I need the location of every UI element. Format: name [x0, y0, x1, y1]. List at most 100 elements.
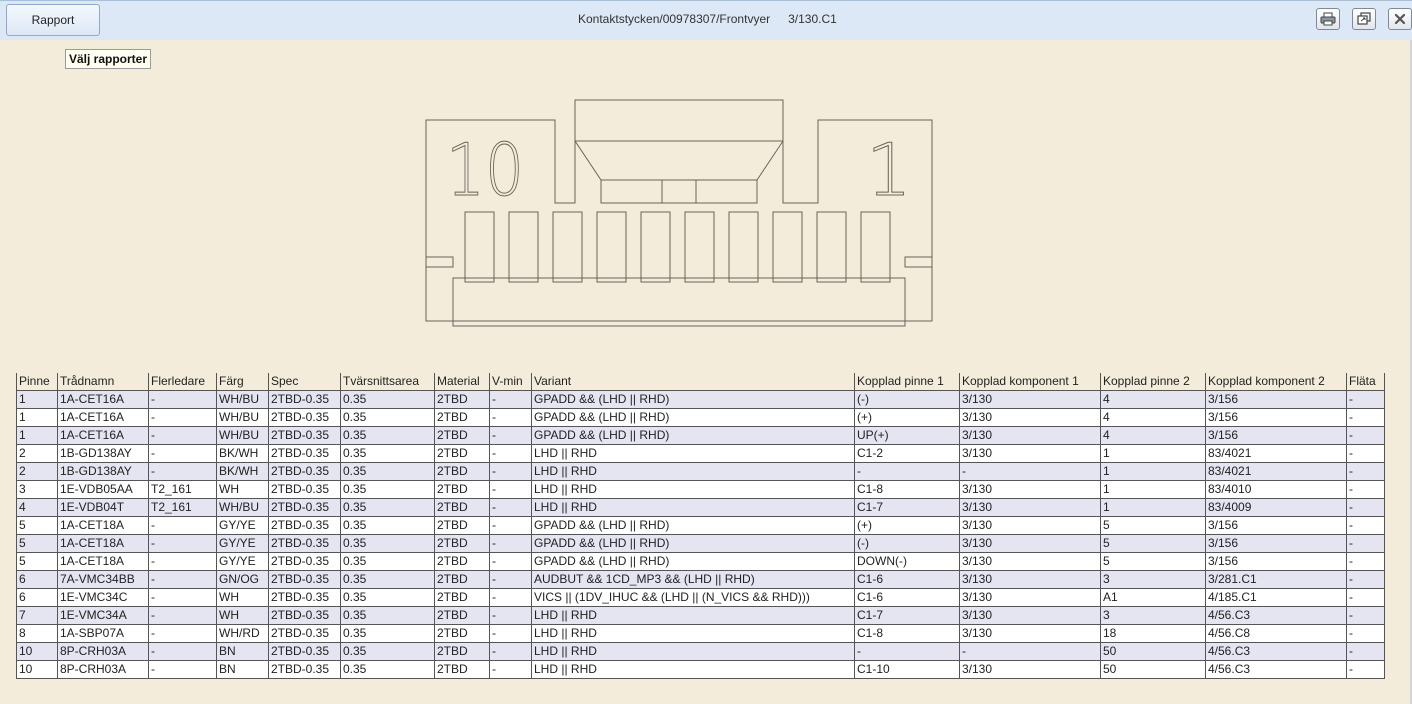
table-row[interactable]: 7 1E-VMC34A - WH 2TBD-0.35 0.35 2TBD - LHD || RH… — [16, 606, 1385, 625]
table-cell: - — [489, 516, 532, 535]
table-cell: 2TBD-0.35 — [268, 480, 341, 499]
table-cell: - — [1346, 552, 1385, 571]
column-header[interactable]: Spec — [268, 373, 341, 391]
table-cell: 83/4021 — [1205, 462, 1347, 481]
table-cell: 2TBD-0.35 — [268, 444, 341, 463]
table-cell: LHD || RHD — [531, 642, 855, 661]
table-cell: - — [148, 588, 217, 607]
table-cell: 1E-VDB04T — [57, 498, 149, 517]
table-cell: LHD || RHD — [531, 444, 855, 463]
table-cell: 3/130 — [959, 390, 1101, 409]
wire-table-container: Pinne Trådnamn Flerledare Färg Spec Tvärsnitt… — [16, 373, 1385, 679]
column-header[interactable]: Pinne — [16, 373, 58, 391]
table-cell: C1-6 — [854, 570, 960, 589]
table-cell: 2TBD — [434, 552, 490, 571]
column-header[interactable]: Flerledare — [148, 373, 217, 391]
table-row[interactable]: 10 8P-CRH03A - BN 2TBD-0.35 0.35 2TBD - LHD || R… — [16, 642, 1385, 661]
column-header[interactable]: Variant — [531, 373, 855, 391]
table-row[interactable]: 2 1B-GD138AY - BK/WH 2TBD-0.35 0.35 2TBD - LHD |… — [16, 444, 1385, 463]
column-header[interactable]: Material — [434, 373, 490, 391]
document-path-title: Kontaktstycken/00978307/Frontvyer 3/130.C… — [578, 12, 837, 26]
table-cell: 3/130 — [959, 606, 1101, 625]
table-cell: 2TBD-0.35 — [268, 498, 341, 517]
table-cell: - — [1346, 534, 1385, 553]
table-cell: AUDBUT && 1CD_MP3 && (LHD || RHD) — [531, 570, 855, 589]
table-cell: 0.35 — [340, 516, 435, 535]
table-cell: - — [489, 408, 532, 427]
restore-window-icon[interactable] — [1352, 8, 1376, 30]
table-cell: 8P-CRH03A — [57, 660, 149, 679]
table-cell: VICS || (1DV_IHUC && (LHD || (N_VICS && … — [531, 588, 855, 607]
table-row[interactable]: 4 1E-VDB04T T2_161 WH/BU 2TBD-0.35 0.35 2TBD - L… — [16, 498, 1385, 517]
column-header[interactable]: Trådnamn — [57, 373, 149, 391]
table-cell: 4/56.C8 — [1205, 624, 1347, 643]
table-cell: 3/156 — [1205, 516, 1347, 535]
table-cell: 1A-CET16A — [57, 390, 149, 409]
table-cell: BK/WH — [216, 462, 269, 481]
table-cell: - — [489, 390, 532, 409]
table-row[interactable]: 3 1E-VDB05AA T2_161 WH 2TBD-0.35 0.35 2TBD - LHD… — [16, 480, 1385, 499]
table-row[interactable]: 5 1A-CET18A - GY/YE 2TBD-0.35 0.35 2TBD - GPADD … — [16, 552, 1385, 571]
column-header[interactable]: Kopplad pinne 1 — [854, 373, 960, 391]
table-cell: - — [148, 534, 217, 553]
table-cell: - — [489, 588, 532, 607]
table-cell: 4 — [16, 498, 58, 517]
table-cell: 4/56.C3 — [1205, 642, 1347, 661]
table-cell: C1-2 — [854, 444, 960, 463]
table-cell: (+) — [854, 408, 960, 427]
close-icon[interactable] — [1388, 8, 1412, 30]
document-path: Kontaktstycken/00978307/Frontvyer — [578, 12, 771, 26]
table-cell: 1A-CET16A — [57, 408, 149, 427]
table-cell: 0.35 — [340, 390, 435, 409]
table-cell: 4/56.C3 — [1205, 660, 1347, 679]
column-header[interactable]: Tvärsnittsarea — [340, 373, 435, 391]
print-icon[interactable] — [1316, 8, 1340, 30]
table-cell: 10 — [16, 642, 58, 661]
column-header[interactable]: V-min — [489, 373, 532, 391]
column-header[interactable]: Fläta — [1346, 373, 1385, 391]
table-cell: 10 — [16, 660, 58, 679]
table-cell: - — [489, 444, 532, 463]
table-row[interactable]: 2 1B-GD138AY - BK/WH 2TBD-0.35 0.35 2TBD - LHD |… — [16, 462, 1385, 481]
title-bar: Rapport Kontaktstycken/00978307/Frontvye… — [0, 0, 1412, 40]
table-row[interactable]: 1 1A-CET16A - WH/BU 2TBD-0.35 0.35 2TBD - GPADD … — [16, 390, 1385, 409]
table-cell: 3/130 — [959, 480, 1101, 499]
table-cell: 3/130 — [959, 534, 1101, 553]
table-cell: 2TBD-0.35 — [268, 570, 341, 589]
column-header[interactable]: Färg — [216, 373, 269, 391]
table-cell: 1A-CET18A — [57, 516, 149, 535]
table-cell: 3/130 — [959, 552, 1101, 571]
table-cell: C1-6 — [854, 588, 960, 607]
table-row[interactable]: 6 7A-VMC34BB - GN/OG 2TBD-0.35 0.35 2TBD - AUDBU… — [16, 570, 1385, 589]
table-cell: 2TBD-0.35 — [268, 588, 341, 607]
table-cell: 1A-SBP07A — [57, 624, 149, 643]
table-cell: WH/BU — [216, 426, 269, 445]
table-cell: 1 — [1100, 498, 1206, 517]
column-header[interactable]: Kopplad komponent 2 — [1205, 373, 1347, 391]
table-cell: - — [148, 390, 217, 409]
table-row[interactable]: 5 1A-CET18A - GY/YE 2TBD-0.35 0.35 2TBD - GPADD … — [16, 516, 1385, 535]
table-cell: - — [148, 444, 217, 463]
rapport-button[interactable]: Rapport — [6, 4, 100, 36]
table-row[interactable]: 5 1A-CET18A - GY/YE 2TBD-0.35 0.35 2TBD - GPADD … — [16, 534, 1385, 553]
table-row[interactable]: 8 1A-SBP07A - WH/RD 2TBD-0.35 0.35 2TBD - LHD ||… — [16, 624, 1385, 643]
table-cell: GY/YE — [216, 552, 269, 571]
table-row[interactable]: 10 8P-CRH03A - BN 2TBD-0.35 0.35 2TBD - LHD || R… — [16, 660, 1385, 679]
table-cell: 50 — [1100, 660, 1206, 679]
table-cell: 2TBD — [434, 516, 490, 535]
table-row[interactable]: 1 1A-CET16A - WH/BU 2TBD-0.35 0.35 2TBD - GPADD … — [16, 408, 1385, 427]
table-cell: - — [148, 408, 217, 427]
table-cell: 2TBD — [434, 498, 490, 517]
table-cell: 2TBD — [434, 588, 490, 607]
table-cell: 1 — [16, 426, 58, 445]
table-cell: 1A-CET18A — [57, 534, 149, 553]
table-cell: GN/OG — [216, 570, 269, 589]
table-cell: 50 — [1100, 642, 1206, 661]
table-cell: 2TBD — [434, 480, 490, 499]
table-cell: 4 — [1100, 426, 1206, 445]
table-row[interactable]: 1 1A-CET16A - WH/BU 2TBD-0.35 0.35 2TBD - GPADD … — [16, 426, 1385, 445]
column-header[interactable]: Kopplad komponent 1 — [959, 373, 1101, 391]
table-cell: - — [1346, 426, 1385, 445]
table-row[interactable]: 6 1E-VMC34C - WH 2TBD-0.35 0.35 2TBD - VICS || (… — [16, 588, 1385, 607]
column-header[interactable]: Kopplad pinne 2 — [1100, 373, 1206, 391]
